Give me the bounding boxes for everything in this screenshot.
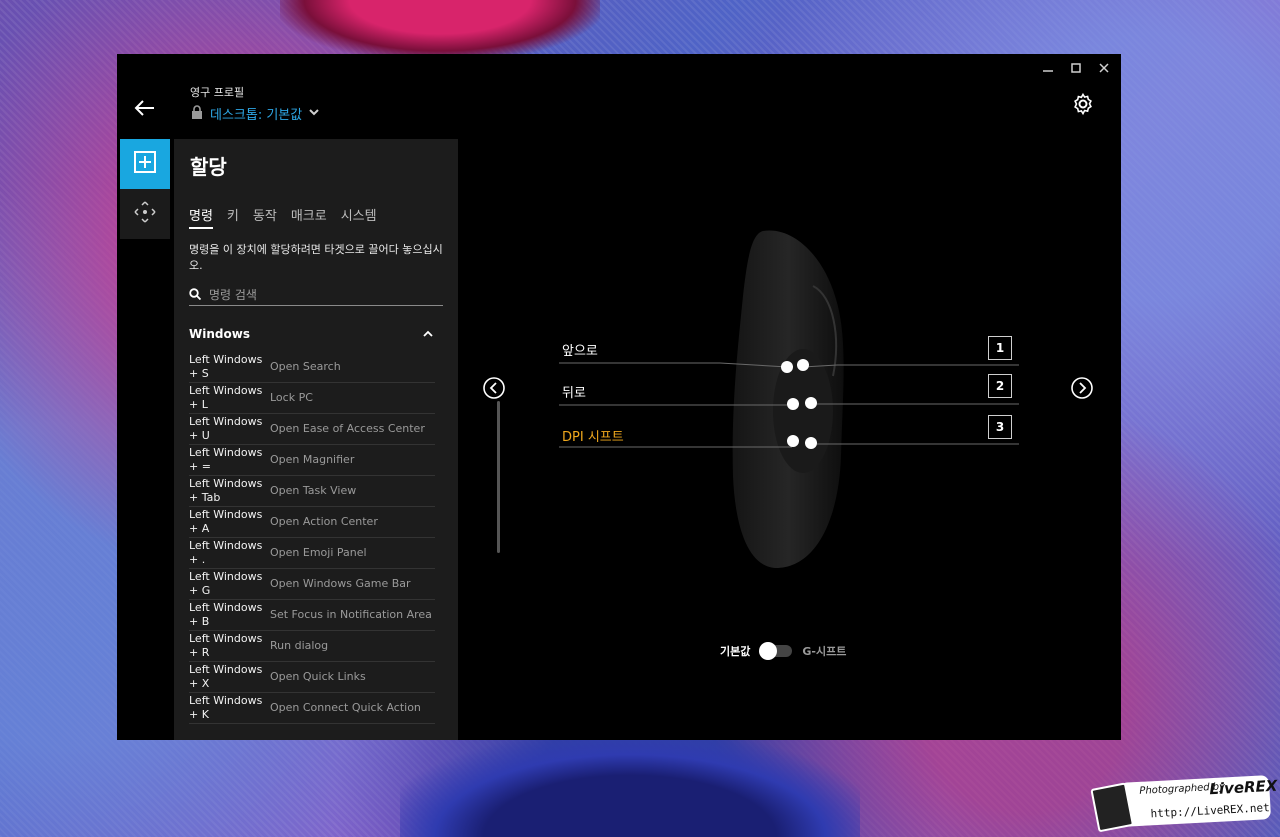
drag-hint: 명령을 이 장치에 할당하려면 타겟으로 끌어다 놓으십시오. <box>189 243 443 272</box>
tab-macros[interactable]: 매크로 <box>291 205 327 229</box>
list-item[interactable]: Left Windows + K Open Connect Quick Actio… <box>189 693 435 724</box>
search-input[interactable] <box>209 287 429 302</box>
watermark-brand: LiveREX <box>1208 776 1278 799</box>
profile-selector[interactable]: 데스크톱: 기본값 <box>190 104 320 123</box>
list-item[interactable]: Left Windows + L Lock PC <box>189 383 435 414</box>
tab-system[interactable]: 시스템 <box>341 205 377 229</box>
ghub-window: 영구 프로필 데스크톱: 기본값 할당 명령 키 동작 매크로 시스템 명령을 … <box>117 54 1121 740</box>
profile-name: 데스크톱: 기본값 <box>210 108 303 123</box>
tab-actions[interactable]: 동작 <box>253 205 277 229</box>
panel-title: 할당 <box>190 155 227 179</box>
mouse-image <box>723 226 873 575</box>
sensitivity-tab-button[interactable] <box>120 189 170 239</box>
command-key: Left Windows + . <box>189 539 263 566</box>
list-item[interactable]: Left Windows + A Open Action Center <box>189 507 435 538</box>
background-figure-bottom <box>400 740 860 837</box>
command-key: Left Windows + S <box>189 353 263 380</box>
plus-square-icon <box>134 151 156 177</box>
chevron-down-icon <box>308 106 320 122</box>
command-desc: Run dialog <box>270 639 329 652</box>
assign-tab-button[interactable] <box>120 139 170 189</box>
toggle-left-label: 기본값 <box>720 645 751 658</box>
photographer-watermark: Photographed by LiveREX http://LiveREX.n… <box>1090 775 1278 833</box>
gshift-toggle-row: 기본값 G-시프트 <box>720 642 847 660</box>
command-key: Left Windows + B <box>189 601 263 628</box>
move-arrows-icon <box>133 200 157 228</box>
list-item[interactable]: Left Windows + S Open Search <box>189 352 435 383</box>
button-number-1[interactable]: 1 <box>988 336 1012 360</box>
command-desc: Open Task View <box>270 484 357 497</box>
list-item[interactable]: Left Windows + X Open Quick Links <box>189 662 435 693</box>
command-desc: Open Action Center <box>270 515 378 528</box>
command-key: Left Windows + U <box>189 415 263 442</box>
command-key: Left Windows + L <box>189 384 263 411</box>
chevron-up-icon <box>423 327 433 341</box>
maximize-icon[interactable] <box>1069 60 1083 76</box>
command-list: Left Windows + S Open Search Left Windows… <box>189 352 435 724</box>
command-key: Left Windows + K <box>189 694 263 721</box>
toggle-right-label: G-시프트 <box>802 645 847 658</box>
callout-back[interactable]: 뒤로 <box>562 382 586 401</box>
side-rail <box>120 139 170 239</box>
command-desc: Open Magnifier <box>270 453 355 466</box>
callout-dpi-shift[interactable]: DPI 시프트 <box>562 426 624 445</box>
command-key: Left Windows + R <box>189 632 263 659</box>
scrollbar[interactable] <box>497 401 500 553</box>
list-item[interactable]: Left Windows + Tab Open Task View <box>189 476 435 507</box>
group-title: Windows <box>189 327 250 341</box>
list-item[interactable]: Left Windows + . Open Emoji Panel <box>189 538 435 569</box>
minimize-icon[interactable] <box>1041 60 1055 76</box>
profile-label: 영구 프로필 <box>190 86 245 99</box>
group-header-windows[interactable]: Windows <box>189 327 433 341</box>
list-item[interactable]: Left Windows + U Open Ease of Access Cent… <box>189 414 435 445</box>
book-icon <box>1090 782 1135 833</box>
tab-commands[interactable]: 명령 <box>189 205 213 229</box>
command-key: Left Windows + = <box>189 446 263 473</box>
button-number-2[interactable]: 2 <box>988 374 1012 398</box>
command-desc: Open Quick Links <box>270 670 366 683</box>
command-desc: Open Ease of Access Center <box>270 422 425 435</box>
command-key: Left Windows + X <box>189 663 263 690</box>
list-item[interactable]: Left Windows + G Open Windows Game Bar <box>189 569 435 600</box>
command-desc: Open Connect Quick Action <box>270 701 421 714</box>
back-arrow-icon[interactable] <box>133 96 157 120</box>
command-desc: Set Focus in Notification Area <box>270 608 432 621</box>
command-key: Left Windows + G <box>189 570 263 597</box>
command-desc: Open Emoji Panel <box>270 546 367 559</box>
command-key: Left Windows + Tab <box>189 477 263 504</box>
command-desc: Open Search <box>270 360 341 373</box>
chevron-right-circle-icon[interactable] <box>1071 377 1093 399</box>
gear-icon[interactable] <box>1071 92 1095 116</box>
command-desc: Lock PC <box>270 391 313 404</box>
gshift-toggle[interactable] <box>759 642 793 660</box>
search-icon <box>189 285 202 304</box>
background-figure-top <box>280 0 600 60</box>
window-controls <box>1041 60 1111 76</box>
list-item[interactable]: Left Windows + R Run dialog <box>189 631 435 662</box>
assignment-tabs: 명령 키 동작 매크로 시스템 <box>189 205 377 229</box>
command-desc: Open Windows Game Bar <box>270 577 411 590</box>
command-key: Left Windows + A <box>189 508 263 535</box>
button-number-3[interactable]: 3 <box>988 415 1012 439</box>
close-icon[interactable] <box>1097 60 1111 76</box>
list-item[interactable]: Left Windows + = Open Magnifier <box>189 445 435 476</box>
command-search <box>189 284 443 306</box>
callout-forward[interactable]: 앞으로 <box>562 340 598 359</box>
watermark-url: http://LiveREX.net <box>1150 801 1271 821</box>
list-item[interactable]: Left Windows + B Set Focus in Notificatio… <box>189 600 435 631</box>
lock-icon <box>190 104 204 123</box>
assignment-panel: 할당 명령 키 동작 매크로 시스템 명령을 이 장치에 할당하려면 타겟으로 … <box>174 139 500 740</box>
chevron-left-circle-icon[interactable] <box>483 377 505 399</box>
tab-keys[interactable]: 키 <box>227 205 239 229</box>
